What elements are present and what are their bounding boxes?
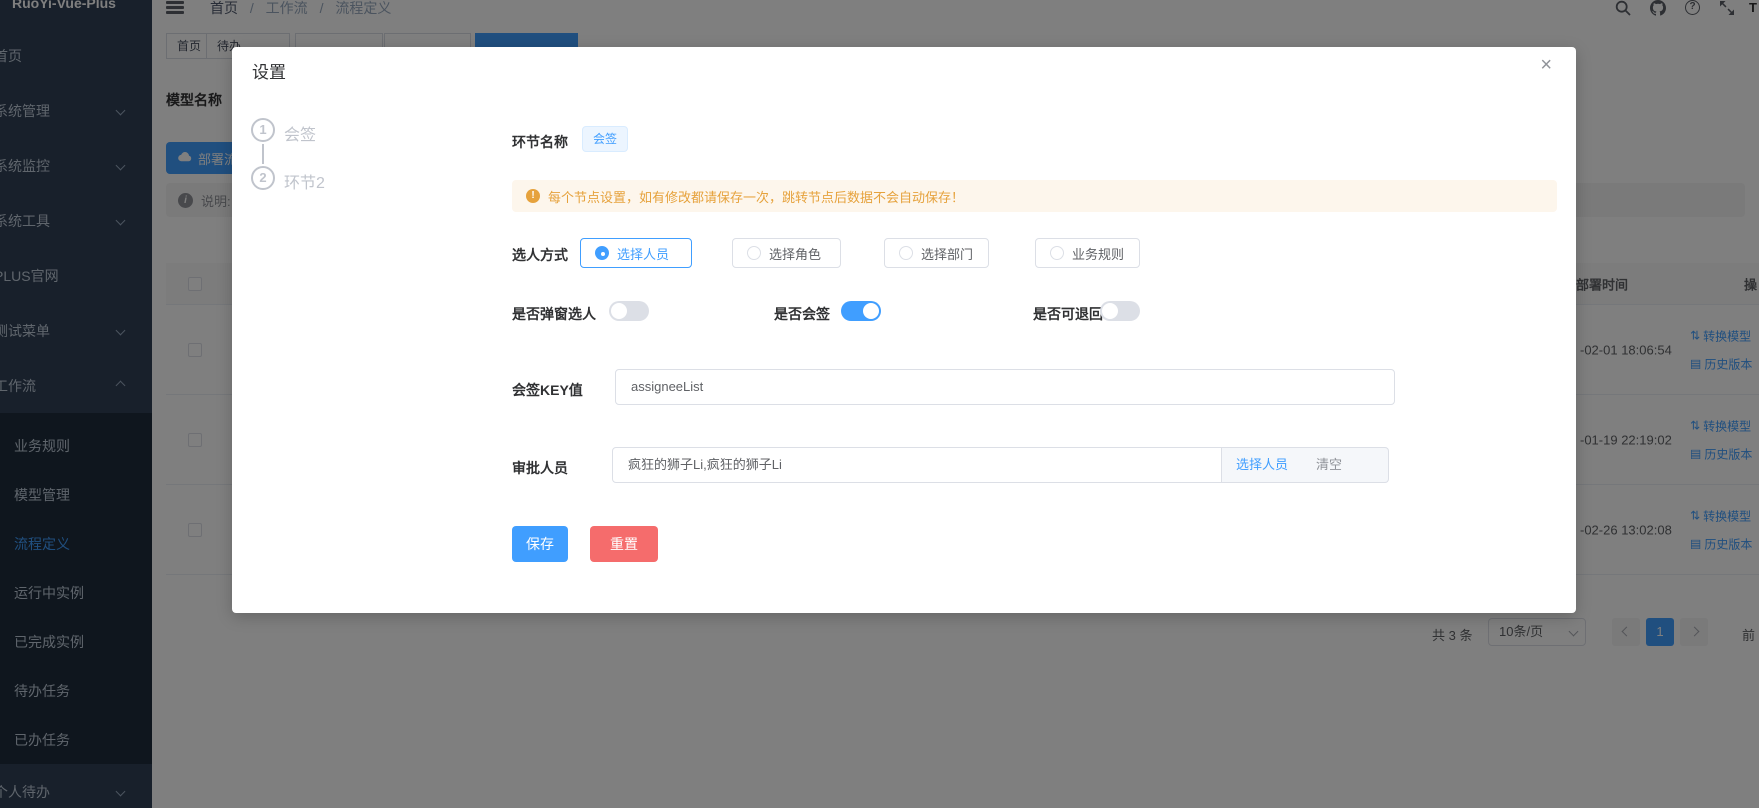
clear-button[interactable]: 清空 <box>1302 448 1356 482</box>
warning-text: 每个节点设置，如有修改都请保存一次，跳转节点后数据不会自动保存！ <box>548 187 964 206</box>
settings-dialog: 设置 × 1 会签 2 环节2 环节名称 会签 ! 每个节点设置，如有修改都请保… <box>232 47 1576 613</box>
countersign-key-input[interactable]: assigneeList <box>615 369 1395 405</box>
node-name-label: 环节名称 <box>512 132 568 152</box>
step-2-label[interactable]: 环节2 <box>284 169 325 193</box>
mode-select-person[interactable]: 选择人员 <box>580 238 692 268</box>
step-connector <box>262 144 264 164</box>
warning-icon: ! <box>526 189 540 203</box>
save-button[interactable]: 保存 <box>512 526 568 562</box>
mode-business-rule[interactable]: 业务规则 <box>1035 238 1140 268</box>
dialog-title: 设置 <box>252 58 286 83</box>
mode-select-dept[interactable]: 选择部门 <box>884 238 989 268</box>
popup-select-label: 是否弹窗选人 <box>512 304 596 324</box>
pick-person-button[interactable]: 选择人员 <box>1222 448 1302 482</box>
step-1-label[interactable]: 会签 <box>284 121 316 145</box>
radio-icon <box>747 246 761 260</box>
radio-icon <box>595 246 609 260</box>
countersign-toggle[interactable] <box>841 301 881 321</box>
approver-input-append: 选择人员 清空 <box>1222 447 1389 483</box>
countersign-key-label: 会签KEY值 <box>512 380 583 400</box>
returnable-toggle[interactable] <box>1100 301 1140 321</box>
select-mode-label: 选人方式 <box>512 245 568 265</box>
popup-select-toggle[interactable] <box>609 301 649 321</box>
approver-label: 审批人员 <box>512 458 568 478</box>
approver-input[interactable]: 疯狂的狮子Li,疯狂的狮子Li <box>612 447 1222 483</box>
reset-button[interactable]: 重置 <box>590 526 658 562</box>
radio-icon <box>1050 246 1064 260</box>
radio-icon <box>899 246 913 260</box>
mode-select-role[interactable]: 选择角色 <box>732 238 841 268</box>
countersign-label: 是否会签 <box>774 304 830 324</box>
step-1-circle[interactable]: 1 <box>251 118 275 142</box>
close-icon[interactable]: × <box>1540 55 1552 75</box>
step-2-circle[interactable]: 2 <box>251 166 275 190</box>
app-root: { "colors": { "accent": "#409eff", "dang… <box>0 0 1759 808</box>
returnable-label: 是否可退回 <box>1033 304 1103 324</box>
node-name-tag: 会签 <box>582 126 628 152</box>
warning-alert: ! 每个节点设置，如有修改都请保存一次，跳转节点后数据不会自动保存！ <box>512 180 1557 212</box>
